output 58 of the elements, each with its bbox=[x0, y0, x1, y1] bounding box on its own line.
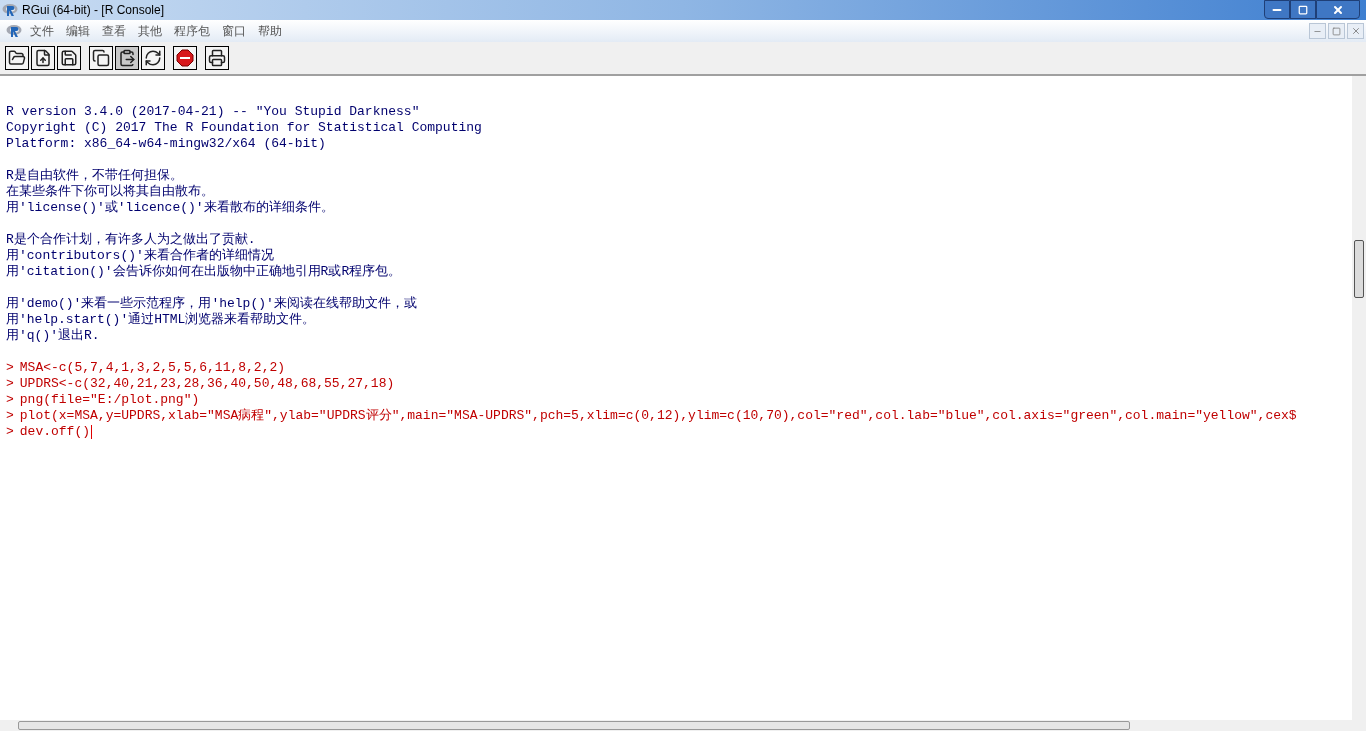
console-output-line: 用'help.start()'通过HTML浏览器来看帮助文件。 bbox=[6, 312, 316, 327]
console-output-line: R是个合作计划，有许多人为之做出了贡献. bbox=[6, 232, 256, 247]
menu-item[interactable]: 其他 bbox=[138, 22, 162, 40]
toolbar-button[interactable] bbox=[205, 46, 229, 70]
paste-icon bbox=[118, 49, 136, 67]
console-command: plot(x=MSA,y=UPDRS,xlab="MSA病程",ylab="UPDRS评分",main="MSA-UPDRS",pch=5,xlim=c(0,12),ylim=c(10,70),col="red",col.lab="blue",col.axis="green",col.main="yellow",cex$ bbox=[19, 408, 1297, 424]
r-logo-icon bbox=[2, 3, 18, 17]
stop-sign-icon bbox=[176, 49, 194, 67]
menu-item[interactable]: 帮助 bbox=[258, 22, 282, 40]
copy-icon bbox=[92, 49, 110, 67]
open-folder-icon bbox=[8, 49, 26, 67]
toolbar-button[interactable] bbox=[141, 46, 165, 70]
scrollbar-thumb[interactable] bbox=[1354, 240, 1364, 298]
toolbar-button[interactable] bbox=[115, 46, 139, 70]
menu-item[interactable]: 编辑 bbox=[66, 22, 90, 40]
console-output-line: R是自由软件，不带任何担保。 bbox=[6, 168, 183, 183]
close-icon bbox=[1332, 3, 1344, 16]
menu-item[interactable]: 程序包 bbox=[174, 22, 210, 40]
console-output-line: Platform: x86_64-w64-mingw32/x64 (64-bit) bbox=[6, 136, 326, 151]
prompt-symbol: > bbox=[6, 424, 14, 440]
prompt-symbol: > bbox=[6, 360, 14, 376]
console-output-line: 用'citation()'会告诉你如何在出版物中正确地引用R或R程序包。 bbox=[6, 264, 402, 279]
prompt-symbol: > bbox=[6, 376, 14, 392]
console-command: UPDRS<-c(32,40,21,23,28,36,40,50,48,68,55,27,18) bbox=[19, 376, 395, 392]
console-output-line: Copyright (C) 2017 The R Foundation for Statistical Computing bbox=[6, 120, 482, 135]
console-output-line: 在某些条件下你可以将其自由散布。 bbox=[6, 184, 214, 199]
console-output-line: 用'demo()'来看一些示范程序，用'help()'来阅读在线帮助文件，或 bbox=[6, 296, 417, 311]
maximize-button[interactable] bbox=[1290, 0, 1316, 19]
refresh-icon bbox=[144, 49, 162, 67]
printer-icon bbox=[208, 49, 226, 67]
console-command: png(file="E:/plot.png") bbox=[19, 392, 200, 408]
child-close-button[interactable] bbox=[1347, 23, 1364, 39]
menu-item[interactable]: 查看 bbox=[102, 22, 126, 40]
r-logo-icon bbox=[6, 24, 22, 38]
save-icon bbox=[60, 49, 78, 67]
toolbar-button[interactable] bbox=[5, 46, 29, 70]
close-button[interactable] bbox=[1316, 0, 1360, 19]
close-icon bbox=[1350, 26, 1361, 36]
console-output-line: 用'contributors()'来看合作者的详细情况 bbox=[6, 248, 274, 263]
console-command: MSA<-c(5,7,4,1,3,2,5,5,6,11,8,2,2) bbox=[19, 360, 286, 376]
prompt-symbol: > bbox=[6, 408, 14, 424]
prompt-symbol: > bbox=[6, 392, 14, 408]
scrollbar-thumb[interactable] bbox=[18, 721, 1130, 730]
toolbar-button[interactable] bbox=[31, 46, 55, 70]
menu-item[interactable]: 文件 bbox=[30, 22, 54, 40]
file-upload-icon bbox=[34, 49, 52, 67]
restore-icon bbox=[1332, 26, 1341, 36]
console-output-line: 用'license()'或'licence()'来看散布的详细条件。 bbox=[6, 200, 334, 215]
menu-item[interactable]: 窗口 bbox=[222, 22, 246, 40]
toolbar-button[interactable] bbox=[57, 46, 81, 70]
console-output-line: 用'q()'退出R. bbox=[6, 328, 100, 343]
toolbar-button[interactable] bbox=[173, 46, 197, 70]
toolbar-button[interactable] bbox=[89, 46, 113, 70]
window-title: RGui (64-bit) - [R Console] bbox=[22, 2, 165, 19]
console-output-line: R version 3.4.0 (2017-04-21) -- "You Stupid Darkness" bbox=[6, 104, 420, 119]
console-command: dev.off() bbox=[19, 424, 91, 440]
minimize-button[interactable] bbox=[1264, 0, 1290, 19]
maximize-icon bbox=[1298, 4, 1308, 15]
